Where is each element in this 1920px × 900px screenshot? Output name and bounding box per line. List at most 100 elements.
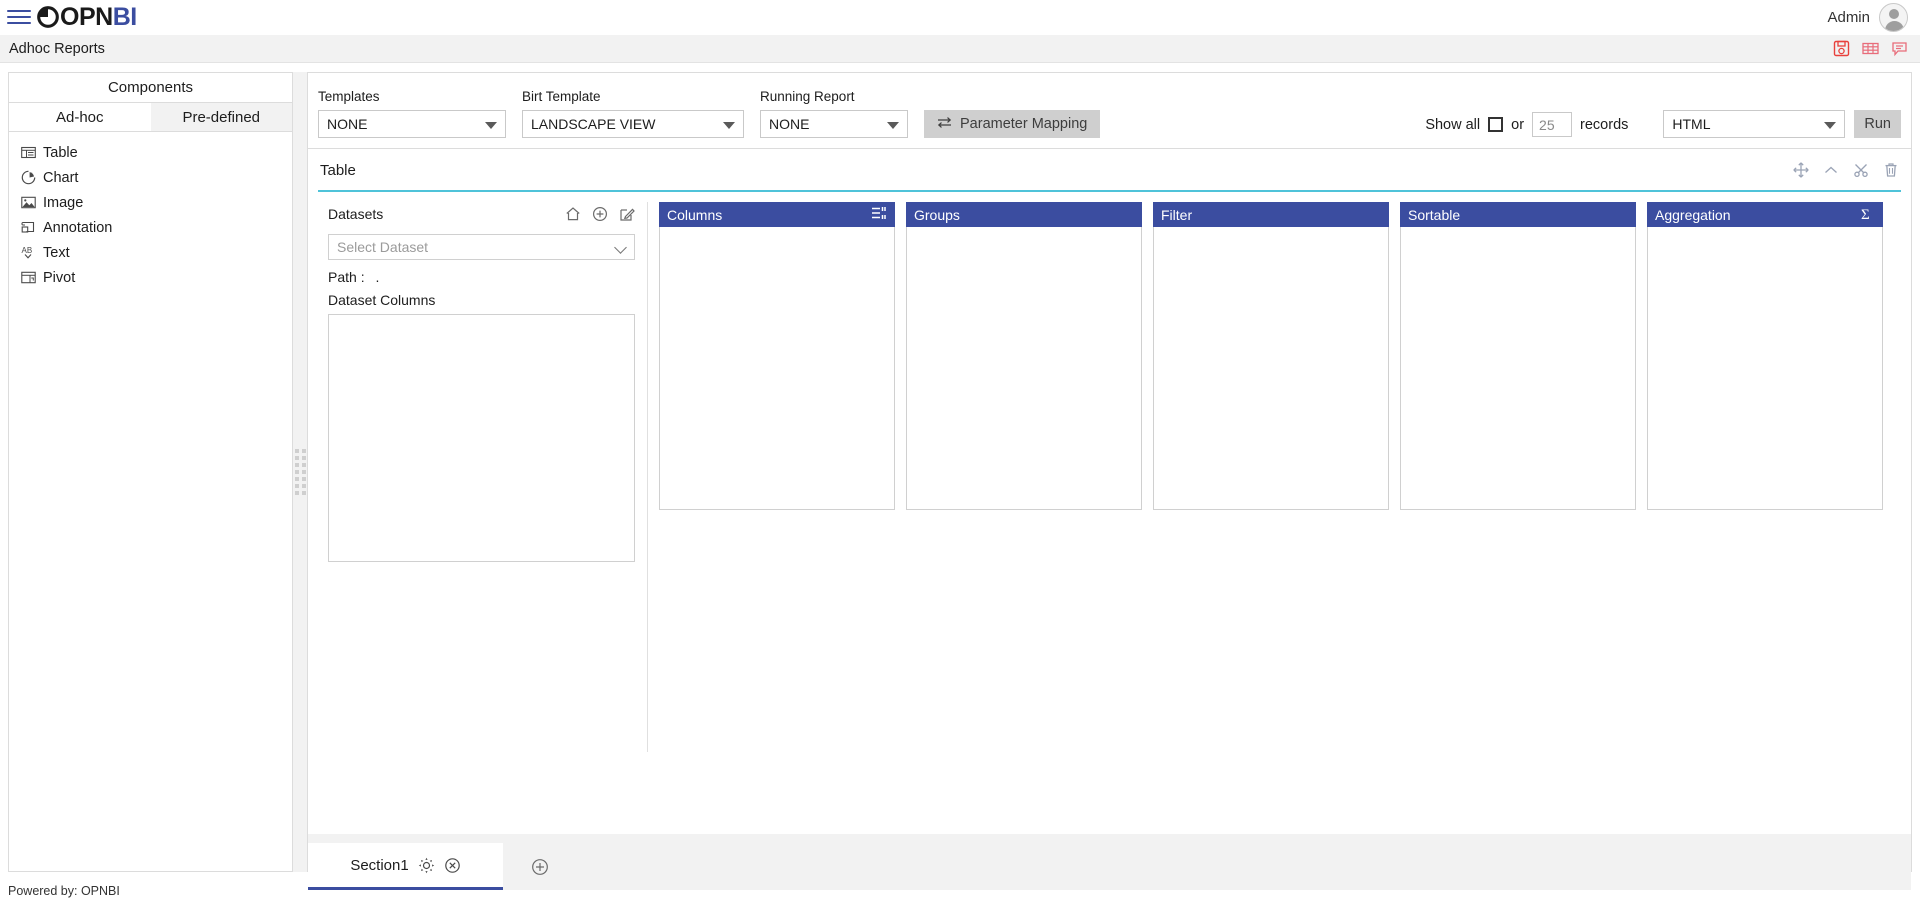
svg-text:Σ: Σ — [1861, 207, 1870, 221]
columns-drop-area[interactable] — [659, 227, 895, 510]
save-report-icon[interactable] — [1833, 40, 1850, 57]
component-label: Annotation — [43, 219, 113, 236]
templates-select[interactable]: NONE — [318, 110, 506, 138]
aggregation-panel: Aggregation Σ — [1647, 202, 1883, 752]
collapse-chevron-up-icon[interactable] — [1823, 162, 1839, 178]
comment-icon[interactable] — [1891, 40, 1908, 57]
component-item-chart[interactable]: Chart — [9, 165, 292, 190]
running-report-select[interactable]: NONE — [760, 110, 908, 138]
table-view-icon[interactable] — [1862, 40, 1879, 57]
records-count-input[interactable] — [1532, 112, 1573, 137]
show-all-checkbox[interactable] — [1488, 117, 1504, 132]
aggregation-panel-label: Aggregation — [1655, 206, 1731, 223]
app-logo: OPN BI — [37, 3, 137, 32]
components-sidebar: Components Ad-hoc Pre-defined Table Char… — [8, 72, 293, 872]
move-icon[interactable] — [1793, 162, 1809, 178]
panel-splitter-handle[interactable] — [293, 72, 307, 872]
component-label: Pivot — [43, 269, 76, 286]
list-settings-icon[interactable] — [871, 206, 887, 223]
report-toolbar: Templates NONE Birt Template LANDSCAPE V… — [308, 73, 1911, 149]
delete-trash-icon[interactable] — [1883, 162, 1899, 178]
groups-panel-label: Groups — [914, 206, 960, 223]
chevron-down-icon — [485, 122, 497, 129]
add-circle-icon[interactable] — [592, 206, 608, 222]
sidebar-title: Components — [9, 73, 292, 103]
table-widget-header: Table — [308, 150, 1911, 190]
birt-template-select[interactable]: LANDSCAPE VIEW — [522, 110, 744, 138]
chevron-down-icon — [614, 241, 627, 254]
settings-tools-icon[interactable] — [1853, 162, 1869, 178]
parameter-mapping-label: Parameter Mapping — [960, 116, 1088, 132]
sigma-icon[interactable]: Σ — [1860, 206, 1875, 224]
edit-pencil-icon[interactable] — [619, 206, 635, 222]
svg-text:AB: AB — [22, 246, 33, 255]
sortable-panel-header: Sortable — [1400, 202, 1636, 227]
templates-field: Templates NONE — [318, 89, 506, 138]
page-subheader: Adhoc Reports — [0, 35, 1920, 63]
add-section-button[interactable] — [531, 858, 549, 876]
section-tab-label: Section1 — [350, 856, 409, 874]
running-report-field: Running Report NONE — [760, 89, 908, 138]
running-report-label: Running Report — [760, 89, 855, 104]
subheader-action-icons — [1833, 40, 1908, 57]
or-label: or — [1511, 116, 1525, 133]
main-content-pane: Templates NONE Birt Template LANDSCAPE V… — [307, 72, 1912, 890]
filter-panel: Filter — [1153, 202, 1389, 752]
home-icon[interactable] — [565, 206, 581, 222]
dataset-columns-label: Dataset Columns — [328, 292, 436, 308]
table-widget: Table Datasets Select Dataset Path: . D… — [308, 150, 1911, 890]
output-format-select[interactable]: HTML — [1663, 110, 1846, 138]
section-tab-bar: Section1 — [308, 834, 1911, 890]
tab-ad-hoc[interactable]: Ad-hoc — [9, 103, 151, 131]
component-item-image[interactable]: Image — [9, 190, 292, 215]
component-label: Chart — [43, 169, 79, 186]
tab-pre-defined[interactable]: Pre-defined — [150, 103, 292, 131]
show-all-label: Show all — [1425, 116, 1481, 133]
component-item-text[interactable]: AB Text — [9, 240, 292, 265]
hamburger-menu-icon[interactable] — [7, 6, 33, 28]
footer-powered-by: Powered by: OPNBI — [8, 884, 120, 898]
show-all-records-group: Show all or records — [1425, 112, 1628, 138]
dataset-select-placeholder: Select Dataset — [337, 239, 429, 255]
sortable-drop-area[interactable] — [1400, 227, 1636, 510]
dataset-columns-list[interactable] — [328, 314, 635, 562]
run-button[interactable]: Run — [1854, 110, 1901, 138]
table-icon — [21, 145, 36, 160]
filter-panel-header: Filter — [1153, 202, 1389, 227]
aggregation-drop-area[interactable] — [1647, 227, 1883, 510]
pie-chart-icon — [21, 170, 36, 185]
component-list: Table Chart Image Annotation AB Text Piv… — [9, 132, 292, 290]
datasets-panel: Datasets Select Dataset Path: . Dataset… — [318, 202, 648, 752]
gear-icon[interactable] — [418, 857, 435, 874]
groups-drop-area[interactable] — [906, 227, 1142, 510]
records-label: records — [1580, 116, 1629, 133]
dataset-path-row: Path : . — [328, 269, 635, 285]
groups-panel: Groups — [906, 202, 1142, 752]
user-name-label: Admin — [1827, 8, 1870, 26]
templates-label: Templates — [318, 89, 380, 104]
sidebar-tabs: Ad-hoc Pre-defined — [9, 103, 292, 132]
user-avatar-icon[interactable] — [1879, 2, 1908, 32]
filter-panel-label: Filter — [1161, 206, 1193, 223]
component-label: Text — [43, 244, 70, 261]
section-tab-section1[interactable]: Section1 — [308, 843, 503, 890]
builder-panels: Datasets Select Dataset Path: . Dataset… — [318, 192, 1901, 752]
dataset-select[interactable]: Select Dataset — [328, 234, 635, 260]
component-item-table[interactable]: Table — [9, 140, 292, 165]
component-item-annotation[interactable]: Annotation — [9, 215, 292, 240]
birt-template-field: Birt Template LANDSCAPE VIEW — [522, 89, 744, 138]
splitter-grip-icon — [294, 449, 306, 495]
datasets-header: Datasets — [328, 202, 635, 226]
filter-drop-area[interactable] — [1153, 227, 1389, 510]
datasets-label: Datasets — [328, 206, 384, 222]
close-circle-icon[interactable] — [444, 857, 461, 874]
text-ab-icon: AB — [21, 245, 36, 260]
running-report-value: NONE — [769, 116, 810, 132]
aggregation-panel-header: Aggregation Σ — [1647, 202, 1883, 227]
pivot-icon — [21, 270, 36, 285]
component-item-pivot[interactable]: Pivot — [9, 265, 292, 290]
templates-value: NONE — [327, 116, 368, 132]
top-app-bar: OPN BI Admin — [0, 0, 1920, 35]
parameter-mapping-button[interactable]: Parameter Mapping — [924, 110, 1101, 138]
swap-arrows-icon — [937, 116, 952, 133]
